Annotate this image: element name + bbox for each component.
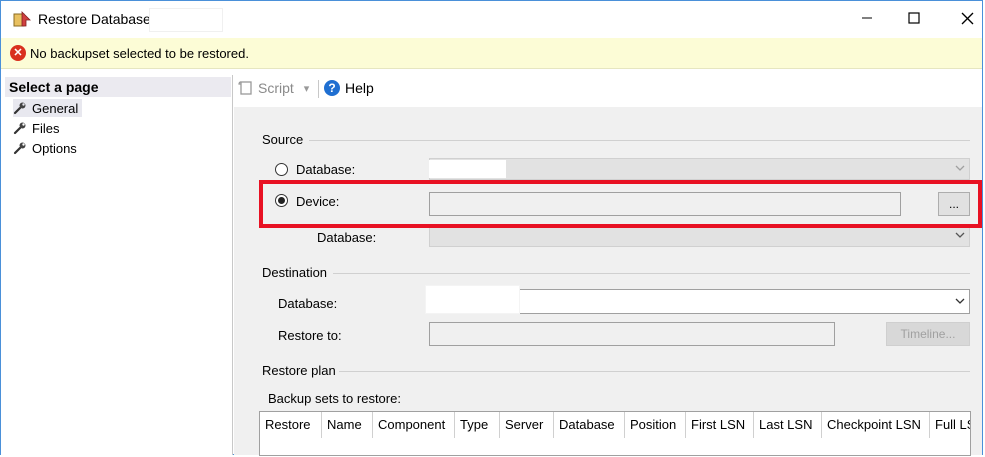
page-item-general[interactable]: General bbox=[13, 99, 83, 117]
minimize-icon bbox=[862, 17, 872, 19]
page-item-label: General bbox=[32, 100, 79, 116]
page-selector-pane: Select a page General Files Options bbox=[1, 75, 233, 455]
redacted-destination-database bbox=[425, 285, 520, 314]
select-page-header: Select a page bbox=[5, 77, 231, 97]
wrench-icon bbox=[13, 142, 26, 155]
source-database-radio-label: Database: bbox=[296, 162, 356, 177]
script-button[interactable]: Script ▾ bbox=[238, 80, 309, 96]
destination-divider bbox=[333, 273, 970, 274]
timeline-button[interactable]: Timeline... bbox=[886, 322, 970, 346]
destination-database-label: Database: bbox=[278, 296, 338, 311]
backup-sets-grid[interactable]: Restore Name Component Type Server Datab… bbox=[259, 411, 971, 456]
close-icon bbox=[961, 12, 973, 24]
column-header-full-lsn[interactable]: Full LS bbox=[930, 412, 970, 438]
minimize-button[interactable] bbox=[844, 1, 890, 35]
wrench-icon bbox=[13, 122, 26, 135]
chevron-down-icon bbox=[955, 232, 965, 238]
source-section-label: Source bbox=[262, 132, 304, 147]
wrench-icon bbox=[13, 102, 26, 115]
restore-plan-section-label: Restore plan bbox=[262, 363, 336, 378]
column-header-last-lsn[interactable]: Last LSN bbox=[754, 412, 822, 438]
script-icon bbox=[238, 81, 252, 95]
device-database-combo[interactable] bbox=[429, 225, 970, 247]
grid-header-row: Restore Name Component Type Server Datab… bbox=[260, 412, 970, 438]
window-title: Restore Database - bbox=[38, 11, 160, 27]
device-database-label: Database: bbox=[317, 230, 377, 245]
restore-to-field bbox=[429, 322, 835, 346]
column-header-checkpoint-lsn[interactable]: Checkpoint LSN bbox=[822, 412, 930, 438]
page-item-files[interactable]: Files bbox=[13, 119, 59, 137]
error-icon: ✕ bbox=[10, 45, 26, 61]
toolbar-separator bbox=[318, 80, 319, 98]
source-database-combo[interactable] bbox=[429, 158, 970, 180]
column-header-restore[interactable]: Restore bbox=[260, 412, 322, 438]
toolbar: Script ▾ ? Help bbox=[234, 69, 982, 107]
title-bar: Restore Database - bbox=[1, 1, 982, 37]
error-message: No backupset selected to be restored. bbox=[30, 46, 249, 61]
maximize-icon bbox=[908, 12, 920, 24]
column-header-server[interactable]: Server bbox=[500, 412, 554, 438]
column-header-position[interactable]: Position bbox=[625, 412, 686, 438]
chevron-down-icon bbox=[955, 298, 965, 304]
page-item-label: Files bbox=[32, 120, 60, 136]
device-highlight-annotation bbox=[259, 180, 982, 228]
close-button[interactable] bbox=[944, 1, 985, 35]
page-item-label: Options bbox=[32, 140, 77, 156]
backup-sets-label: Backup sets to restore: bbox=[268, 391, 401, 406]
page-item-options[interactable]: Options bbox=[13, 139, 77, 157]
help-button[interactable]: ? Help bbox=[324, 80, 374, 96]
column-header-first-lsn[interactable]: First LSN bbox=[686, 412, 754, 438]
error-message-bar: ✕ No backupset selected to be restored. bbox=[1, 38, 982, 69]
column-header-database[interactable]: Database bbox=[554, 412, 625, 438]
restore-to-label: Restore to: bbox=[278, 328, 342, 343]
restore-database-window: Restore Database - ✕ No backupset select… bbox=[0, 0, 983, 456]
maximize-button[interactable] bbox=[891, 1, 937, 35]
redacted-database-name bbox=[429, 160, 506, 178]
script-label: Script bbox=[258, 80, 294, 96]
redacted-server-name bbox=[149, 8, 223, 32]
destination-section-label: Destination bbox=[262, 265, 328, 280]
source-divider bbox=[309, 140, 970, 141]
chevron-down-icon bbox=[955, 165, 965, 171]
source-database-radio[interactable] bbox=[275, 163, 288, 176]
restore-database-icon bbox=[13, 11, 31, 27]
column-header-type[interactable]: Type bbox=[455, 412, 500, 438]
help-label: Help bbox=[345, 80, 374, 96]
column-header-name[interactable]: Name bbox=[322, 412, 373, 438]
script-dropdown-arrow[interactable]: ▾ bbox=[304, 82, 310, 95]
restore-plan-divider bbox=[339, 371, 970, 372]
column-header-component[interactable]: Component bbox=[373, 412, 455, 438]
help-icon: ? bbox=[324, 80, 340, 96]
